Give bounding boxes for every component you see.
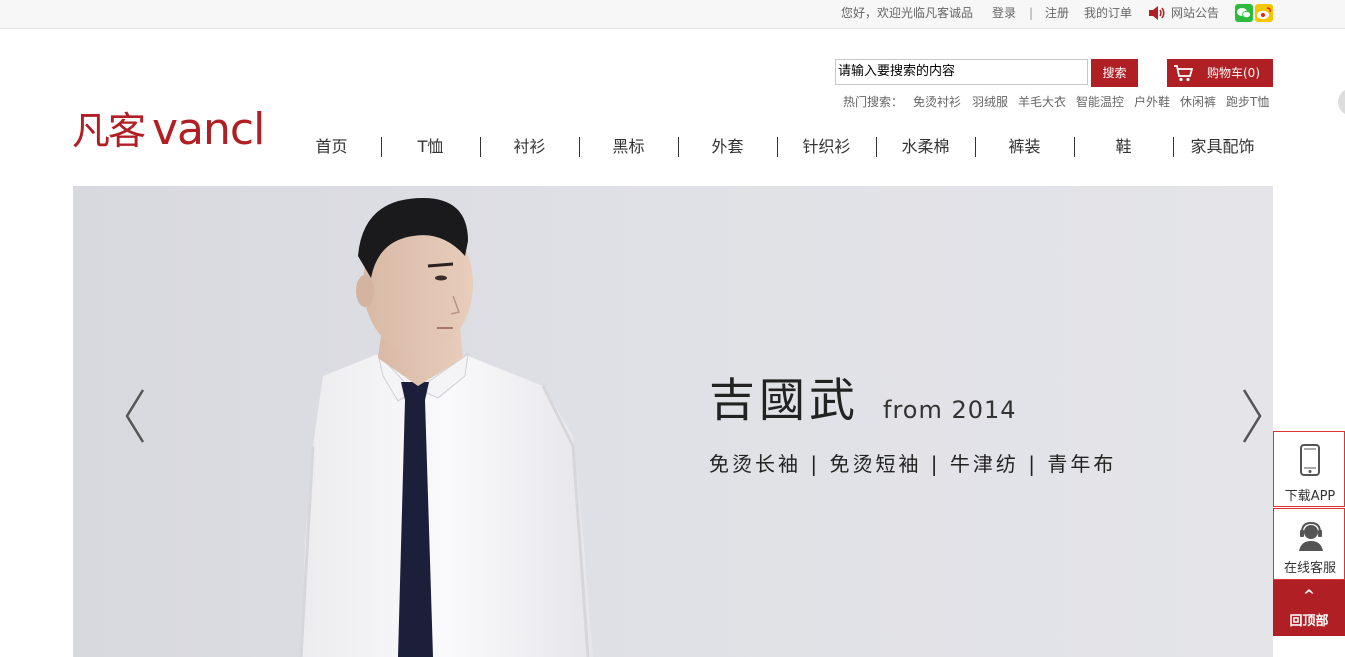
welcome-text: 您好，欢迎光临凡客诚品: [841, 6, 974, 20]
model-photo: [299, 198, 593, 657]
next-arrow-icon[interactable]: [1236, 386, 1266, 446]
my-orders-link[interactable]: 我的订单: [1084, 6, 1132, 20]
cart-label: 购物车(0): [1207, 66, 1260, 80]
hot-search-item[interactable]: 免烫衬衫: [913, 93, 961, 110]
logo-cn: 凡客: [72, 109, 146, 153]
nav-knitwear[interactable]: 针织衫: [777, 136, 876, 158]
cart-button[interactable]: 购物车(0): [1167, 59, 1273, 87]
online-service-button[interactable]: 在线客服: [1273, 508, 1345, 580]
wechat-icon[interactable]: [1235, 4, 1253, 22]
nav-home-accessories[interactable]: 家具配饰: [1173, 136, 1272, 158]
up-arrow-icon: ^: [1303, 588, 1315, 604]
nav-black-label[interactable]: 黑标: [579, 136, 678, 158]
search-button[interactable]: 搜索: [1091, 59, 1138, 87]
speaker-icon: [1149, 6, 1165, 20]
hot-search-item[interactable]: 跑步T恤: [1226, 93, 1269, 110]
nav-home[interactable]: 首页: [282, 136, 381, 158]
prev-arrow-icon[interactable]: [121, 386, 151, 446]
notice-link[interactable]: 网站公告: [1171, 6, 1219, 20]
hero-banner[interactable]: 吉國武 from 2014 免烫长袖 | 免烫短袖 | 牛津纺 | 青年布: [73, 186, 1273, 657]
hot-search-item[interactable]: 智能温控: [1076, 93, 1124, 110]
search-input[interactable]: [835, 59, 1088, 85]
hot-search-item[interactable]: 休闲裤: [1180, 93, 1216, 110]
weibo-icon[interactable]: [1255, 4, 1273, 22]
back-to-top-label: 回顶部: [1289, 614, 1329, 629]
download-app-button[interactable]: 下载APP: [1273, 431, 1345, 507]
banner-from: from 2014: [883, 396, 1017, 424]
download-app-label: 下载APP: [1284, 489, 1336, 504]
back-to-top-button[interactable]: ^ 回顶部: [1273, 580, 1345, 636]
nav-tshirt[interactable]: T恤: [381, 136, 480, 158]
edge-tab[interactable]: [1338, 88, 1345, 116]
nav-shoes[interactable]: 鞋: [1074, 136, 1173, 158]
nav-soft-cotton[interactable]: 水柔棉: [876, 136, 975, 158]
online-service-label: 在线客服: [1283, 561, 1336, 576]
customer-service-icon: [1299, 521, 1323, 551]
register-link[interactable]: 注册: [1045, 6, 1069, 20]
nav-shirt[interactable]: 衬衫: [480, 136, 579, 158]
login-link[interactable]: 登录: [992, 6, 1016, 20]
vancl-logo[interactable]: 凡客 vancl: [72, 104, 265, 156]
top-bar: 您好，欢迎光临凡客诚品 登录 | 注册 我的订单 网站公告: [0, 0, 1345, 29]
divider: |: [1029, 6, 1034, 20]
banner-headline: 吉國武: [709, 373, 859, 427]
hot-search-item[interactable]: 羊毛大衣: [1018, 93, 1066, 110]
hot-search-item[interactable]: 户外鞋: [1134, 93, 1170, 110]
hot-search-label: 热门搜索：: [843, 95, 904, 109]
cart-icon: [1174, 65, 1193, 82]
phone-icon: [1300, 444, 1320, 476]
nav-pants[interactable]: 裤装: [975, 136, 1074, 158]
nav-jacket[interactable]: 外套: [678, 136, 777, 158]
banner-subtitle: 免烫长袖 | 免烫短袖 | 牛津纺 | 青年布: [709, 452, 1117, 476]
logo-en: vancl: [152, 104, 265, 155]
hot-search-item[interactable]: 羽绒服: [972, 93, 1008, 110]
